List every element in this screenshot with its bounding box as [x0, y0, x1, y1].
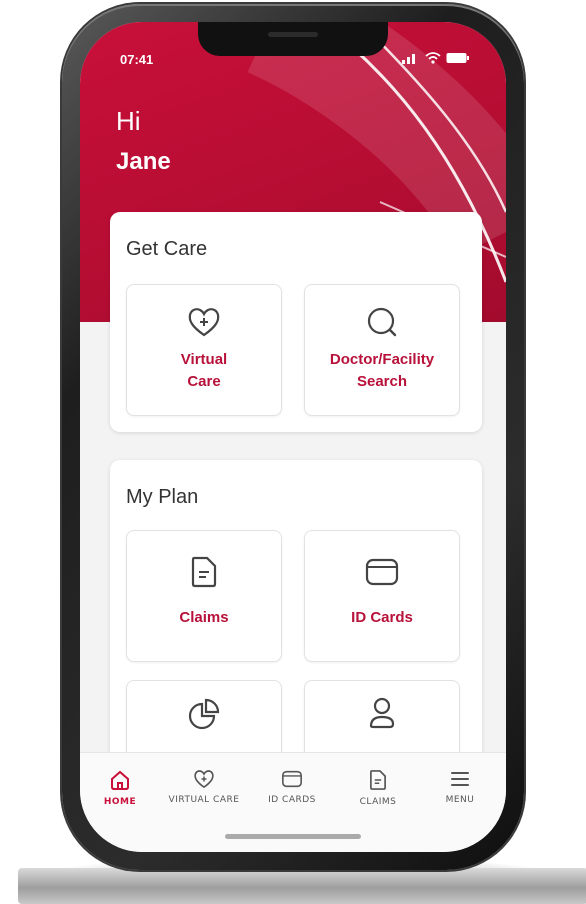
nav-claims-label: CLAIMS — [359, 797, 397, 807]
doctor-facility-search-label: Doctor/Facility Search — [329, 351, 435, 390]
status-icons — [402, 52, 470, 64]
my-plan-title: My Plan — [126, 486, 199, 508]
nav-menu-label: MENU — [445, 795, 475, 805]
battery-icon — [446, 53, 469, 63]
pie-chart-icon — [185, 695, 223, 733]
menu-icon — [451, 772, 469, 786]
id-cards-label: ID Cards — [351, 609, 413, 626]
heart-plus-icon — [185, 303, 223, 341]
greeting-hi: Hi — [116, 106, 141, 136]
nav-menu[interactable]: MENU — [418, 769, 502, 805]
id-card-icon — [363, 553, 401, 591]
nav-claims[interactable]: CLAIMS — [336, 769, 420, 807]
my-plan-card: My Plan Claims ID Cards — [110, 460, 482, 812]
status-time: 07:41 — [120, 52, 154, 67]
home-indicator[interactable] — [225, 834, 361, 839]
doctor-facility-search-tile[interactable]: Doctor/Facility Search — [304, 284, 460, 416]
nav-home[interactable]: HOME — [80, 769, 162, 807]
phone-frame: 07:41 Hi Jane Get Care Virtual Care Doct… — [62, 4, 524, 870]
nav-id-cards-label: ID CARDS — [268, 795, 316, 805]
document-icon — [370, 770, 386, 790]
camera-notch — [198, 22, 388, 56]
get-care-card: Get Care Virtual Care Doctor/Facility Se… — [110, 212, 482, 432]
nav-virtual-care-label: VIRTUAL CARE — [168, 795, 240, 805]
search-icon — [363, 303, 401, 341]
greeting-name: Jane — [116, 148, 171, 175]
nav-home-label: HOME — [103, 797, 137, 807]
wifi-icon — [425, 52, 441, 64]
id-card-icon — [282, 770, 302, 788]
floor-surface — [18, 868, 586, 904]
id-cards-tile[interactable]: ID Cards — [304, 530, 460, 662]
document-icon — [185, 553, 223, 591]
user-icon — [363, 695, 401, 733]
claims-label: Claims — [179, 609, 229, 626]
nav-virtual-care[interactable]: VIRTUAL CARE — [162, 769, 246, 805]
signal-icon — [402, 54, 415, 64]
nav-id-cards[interactable]: ID CARDS — [250, 769, 334, 805]
get-care-title: Get Care — [126, 238, 208, 260]
virtual-care-label: Virtual Care — [180, 351, 228, 390]
phone-screen: 07:41 Hi Jane Get Care Virtual Care Doct… — [80, 22, 506, 852]
speaker-grille — [268, 32, 318, 37]
home-icon — [111, 770, 129, 790]
claims-tile[interactable]: Claims — [126, 530, 282, 662]
heart-plus-icon — [194, 770, 214, 789]
virtual-care-tile[interactable]: Virtual Care — [126, 284, 282, 416]
